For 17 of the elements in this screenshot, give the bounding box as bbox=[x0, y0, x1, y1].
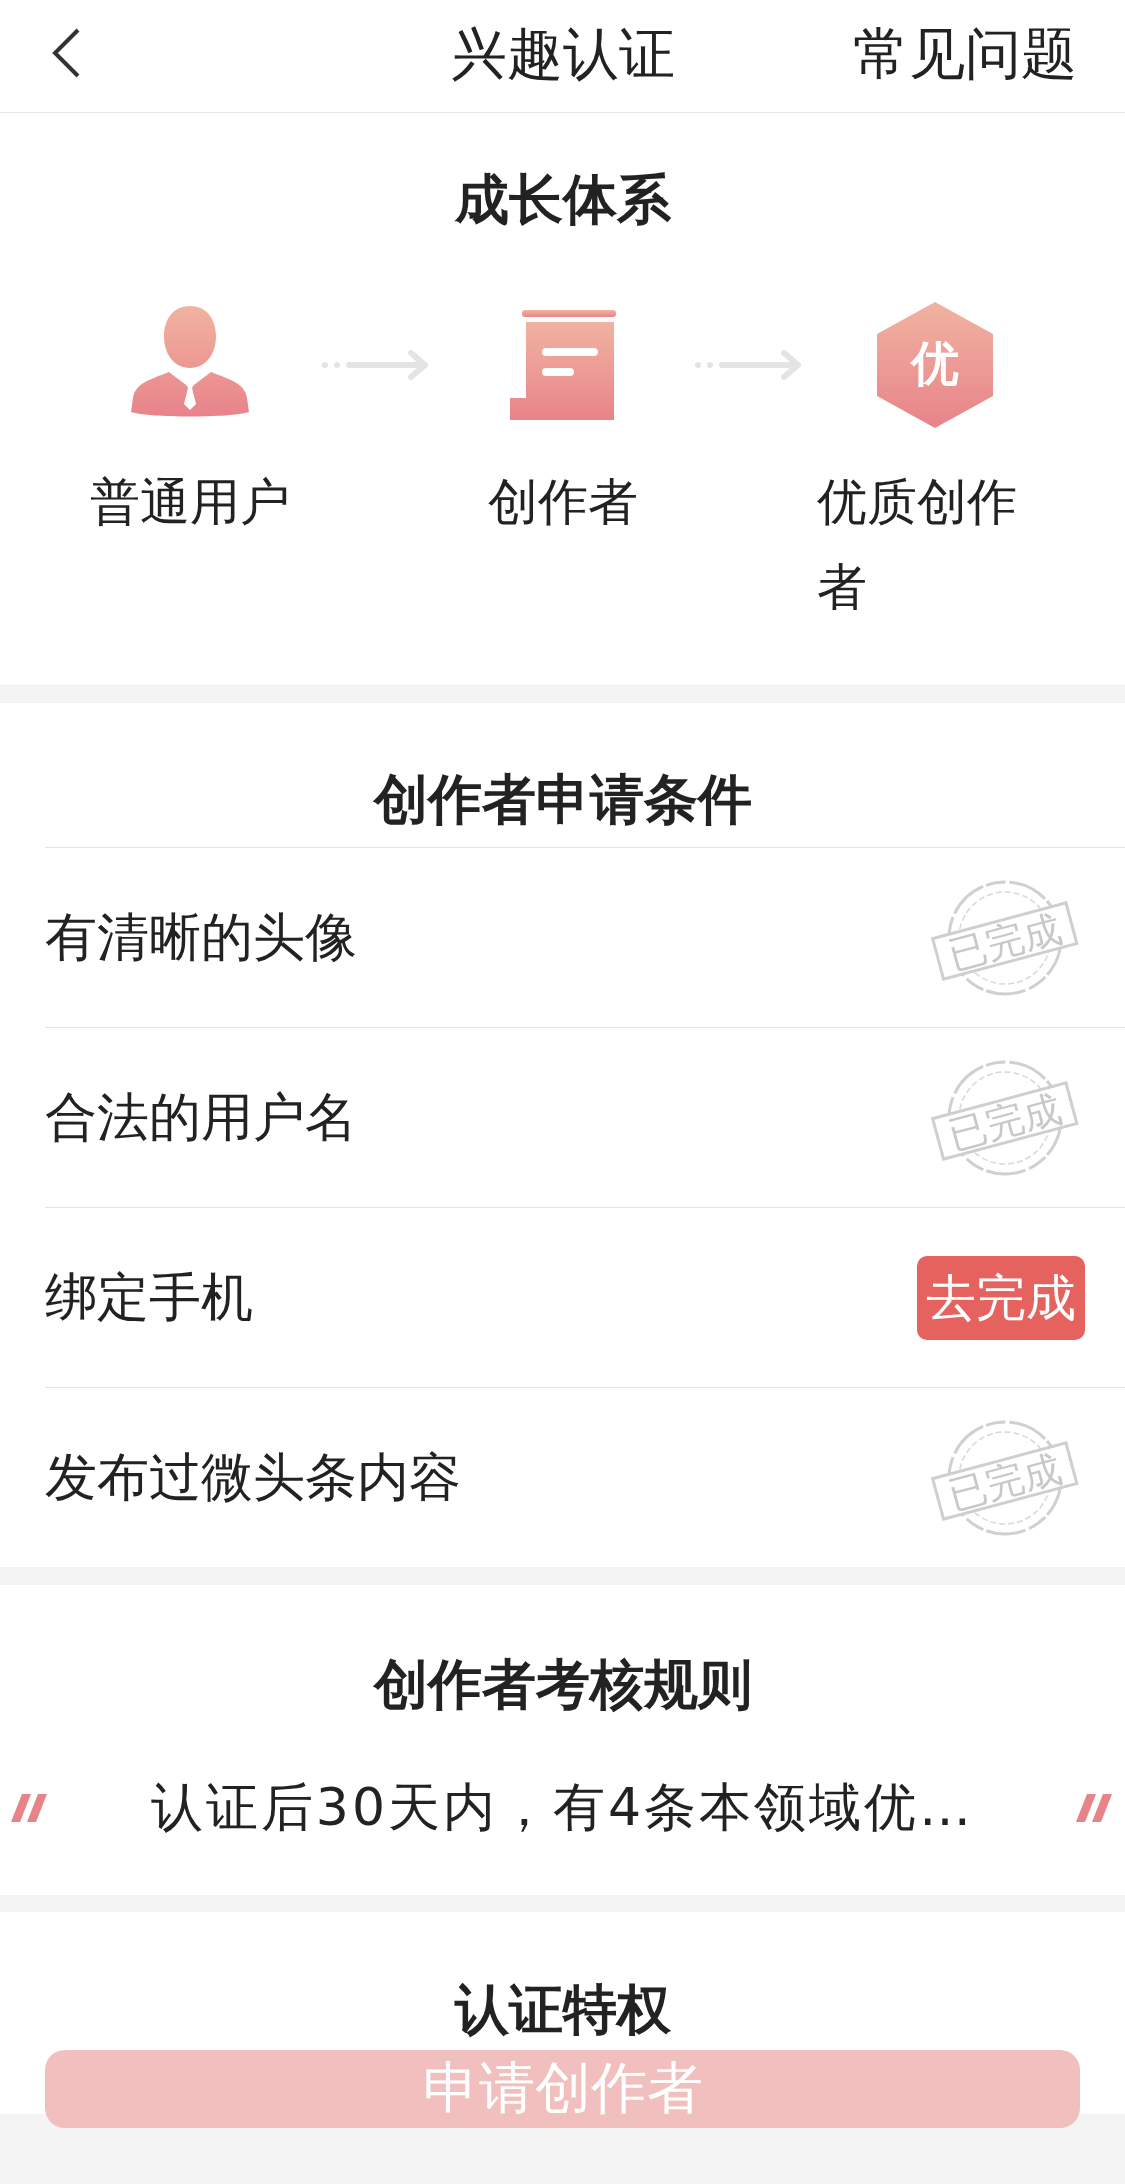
page-title: 兴趣认证 bbox=[449, 22, 676, 86]
condition-label: 绑定手机 bbox=[45, 1265, 253, 1329]
stage-label: 创作者 bbox=[487, 472, 638, 533]
condition-label: 发布过微头条内容 bbox=[45, 1445, 461, 1509]
section-title: 创作者申请条件 bbox=[373, 770, 752, 830]
section-title: 成长体系 bbox=[454, 170, 671, 230]
rule-text: 认证后30天内，有4条本领域优… bbox=[150, 1776, 975, 1839]
condition-label: 合法的用户名 bbox=[45, 1085, 357, 1149]
complete-button[interactable]: 去完成 bbox=[917, 1255, 1085, 1340]
back-icon[interactable] bbox=[50, 26, 82, 80]
section-title: 认证特权 bbox=[454, 1980, 671, 2040]
stage-label: 优质创作者 bbox=[817, 472, 1018, 618]
faq-link[interactable]: 常见问题 bbox=[853, 22, 1077, 86]
condition-label: 有清晰的头像 bbox=[45, 905, 357, 969]
arrow-icon bbox=[693, 350, 804, 380]
section-title: 创作者考核规则 bbox=[373, 1655, 752, 1715]
stage-label: 普通用户 bbox=[90, 472, 290, 533]
